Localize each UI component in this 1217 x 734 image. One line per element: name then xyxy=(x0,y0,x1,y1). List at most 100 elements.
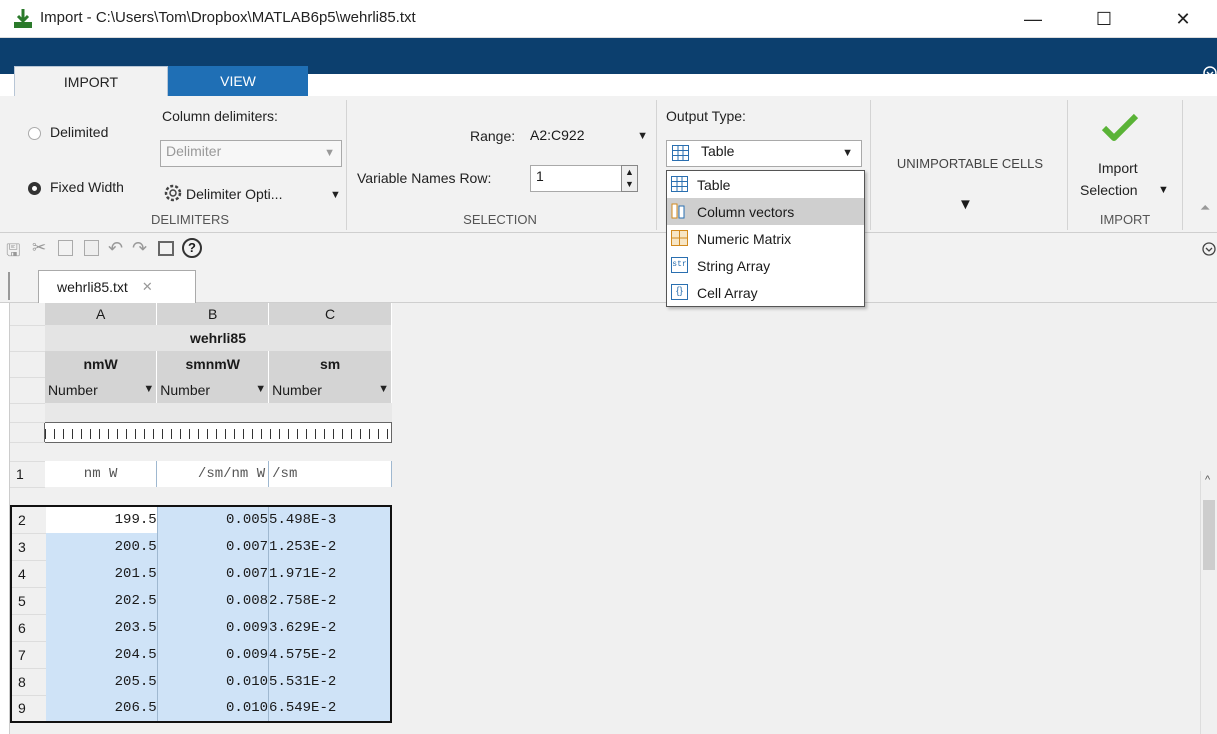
grid-cell[interactable]: 0.007 xyxy=(157,533,270,560)
close-tab-icon[interactable]: ✕ xyxy=(142,279,153,295)
delimiter-options-button[interactable]: Delimiter Opti... xyxy=(186,186,282,202)
grid-cell[interactable]: 3.629E-2 xyxy=(268,614,392,641)
redo-icon[interactable]: ↷ xyxy=(132,238,147,259)
menu-item-label: Column vectors xyxy=(697,203,795,220)
menu-item-column-vectors[interactable]: Column vectors xyxy=(667,198,864,225)
grid-cell[interactable]: 205.5 xyxy=(45,668,158,695)
column-delimiters-label: Column delimiters: xyxy=(162,108,278,124)
fixed-width-label[interactable]: Fixed Width xyxy=(50,179,124,195)
grid-cell[interactable]: 203.5 xyxy=(45,614,158,641)
row-gutter xyxy=(10,377,45,404)
maximize-button[interactable]: ☐ xyxy=(1081,0,1127,38)
grid-cell[interactable]: 0.009 xyxy=(157,641,270,668)
minimize-button[interactable]: — xyxy=(1010,0,1056,38)
tab-view[interactable]: VIEW xyxy=(168,66,308,96)
type-dropdown-c[interactable]: Number ▼ xyxy=(268,377,392,403)
chevron-down-icon: ▼ xyxy=(324,147,335,159)
menu-item-string-array[interactable]: str String Array xyxy=(667,252,864,279)
file-tab[interactable]: wehrli85.txt ✕ xyxy=(38,270,196,303)
collapse-ribbon-icon[interactable] xyxy=(1203,66,1217,80)
corner-cell xyxy=(10,303,45,326)
paste-icon[interactable] xyxy=(84,240,99,256)
delimited-radio[interactable] xyxy=(28,127,41,140)
menu-item-label: Numeric Matrix xyxy=(697,230,792,247)
range-value: A2:C922 xyxy=(530,127,585,143)
row-number: 9 xyxy=(11,695,46,723)
grid-cell[interactable]: 0.007 xyxy=(157,560,270,587)
window-icon[interactable] xyxy=(158,241,174,256)
menu-item-label: Table xyxy=(697,176,731,193)
variable-name-b[interactable]: smnmW xyxy=(156,351,270,377)
grid-cell[interactable]: 5.498E-3 xyxy=(268,506,392,533)
spinner-icon[interactable]: ▲ ▼ xyxy=(621,165,638,192)
string-array-icon: str xyxy=(671,257,688,273)
grid-cell[interactable]: /sm/nm W xyxy=(156,461,270,487)
chevron-down-icon[interactable]: ▼ xyxy=(1158,184,1169,196)
grid-cell[interactable]: 202.5 xyxy=(45,587,158,614)
help-icon[interactable]: ? xyxy=(182,238,202,258)
table-name[interactable]: wehrli85 xyxy=(44,325,392,351)
range-field[interactable]: A2:C922 ▼ xyxy=(526,124,654,150)
variable-name-c[interactable]: sm xyxy=(268,351,392,377)
delimiters-group-label: DELIMITERS xyxy=(150,212,229,227)
grid-cell[interactable]: 200.5 xyxy=(45,533,158,560)
panel-menu-icon[interactable] xyxy=(1202,242,1216,256)
ribbon-scroll-icon[interactable]: ⏶ xyxy=(1200,200,1210,216)
unimportable-dropdown-icon[interactable]: ▼ xyxy=(958,196,973,213)
variable-name-a[interactable]: nmW xyxy=(44,351,158,377)
grid-cell[interactable]: 0.009 xyxy=(157,614,270,641)
grid-cell[interactable]: 1.971E-2 xyxy=(268,560,392,587)
column-header-b[interactable]: B xyxy=(156,303,270,325)
grid-cell[interactable]: 1.253E-2 xyxy=(268,533,392,560)
cell-array-icon: {} xyxy=(671,284,688,300)
menu-item-cell-array[interactable]: {} Cell Array xyxy=(667,279,864,306)
selected-range[interactable]: 2 199.5 0.005 5.498E-3 3 200.5 0.007 1.253E-2 … xyxy=(10,505,392,723)
tab-import[interactable]: IMPORT xyxy=(14,66,168,96)
output-type-label: Output Type: xyxy=(666,108,746,124)
grid-cell[interactable]: 204.5 xyxy=(45,641,158,668)
scroll-thumb[interactable] xyxy=(1203,500,1215,570)
grid-cell[interactable]: 0.008 xyxy=(157,587,270,614)
delimited-label[interactable]: Delimited xyxy=(50,124,108,140)
copy-icon[interactable] xyxy=(58,240,73,256)
grid-cell[interactable]: 4.575E-2 xyxy=(268,641,392,668)
checkmark-icon[interactable] xyxy=(1100,112,1140,144)
type-dropdown-a[interactable]: Number ▼ xyxy=(44,377,158,403)
undo-icon[interactable]: ↶ xyxy=(108,238,123,259)
grid-cell[interactable]: 206.5 xyxy=(45,695,158,722)
menu-item-label: String Array xyxy=(697,257,771,274)
output-type-dropdown[interactable]: Table ▼ xyxy=(666,140,862,167)
left-strip xyxy=(0,303,10,734)
grid-cell[interactable]: 5.531E-2 xyxy=(268,668,392,695)
data-grid[interactable]: A B C wehrli85 nmW smnmW sm Number ▼ Numb… xyxy=(10,303,392,488)
grid-cell[interactable]: 0.010 xyxy=(157,668,270,695)
chevron-down-icon[interactable]: ▼ xyxy=(637,130,648,142)
unimportable-cells-label[interactable]: UNIMPORTABLE CELLS xyxy=(875,156,1065,171)
cut-icon[interactable]: ✂ xyxy=(32,238,46,258)
fixed-width-radio[interactable] xyxy=(28,182,41,195)
output-type-menu[interactable]: Table Column vectors Numeric Matrix str … xyxy=(666,170,865,307)
column-header-c[interactable]: C xyxy=(268,303,392,325)
close-button[interactable]: ✕ xyxy=(1160,0,1206,38)
menu-item-numeric-matrix[interactable]: Numeric Matrix xyxy=(667,225,864,252)
header-spacer xyxy=(44,403,392,422)
grid-cell[interactable]: 201.5 xyxy=(45,560,158,587)
grid-cell[interactable]: /sm xyxy=(268,461,392,487)
save-icon[interactable]: 🖫 xyxy=(6,238,20,267)
menu-item-table[interactable]: Table xyxy=(667,171,864,198)
import-selection-line2[interactable]: Selection xyxy=(1080,182,1138,198)
grid-cell[interactable]: 6.549E-2 xyxy=(268,695,392,722)
scroll-up-icon[interactable]: ^ xyxy=(1205,474,1210,486)
column-header-a[interactable]: A xyxy=(44,303,158,325)
delimiter-dropdown[interactable]: Delimiter ▼ xyxy=(160,140,342,167)
grid-cell[interactable]: 0.010 xyxy=(157,695,270,722)
grid-cell[interactable]: 199.5 xyxy=(45,506,158,533)
fixed-width-ruler[interactable] xyxy=(44,421,392,443)
import-selection-line1[interactable]: Import xyxy=(1098,160,1138,176)
type-dropdown-b[interactable]: Number ▼ xyxy=(156,377,270,403)
row-gutter xyxy=(10,422,45,443)
chevron-down-icon[interactable]: ▼ xyxy=(330,189,341,201)
grid-cell[interactable]: 0.005 xyxy=(157,506,270,533)
grid-cell[interactable]: 2.758E-2 xyxy=(268,587,392,614)
grid-cell[interactable]: nm W xyxy=(44,461,158,487)
